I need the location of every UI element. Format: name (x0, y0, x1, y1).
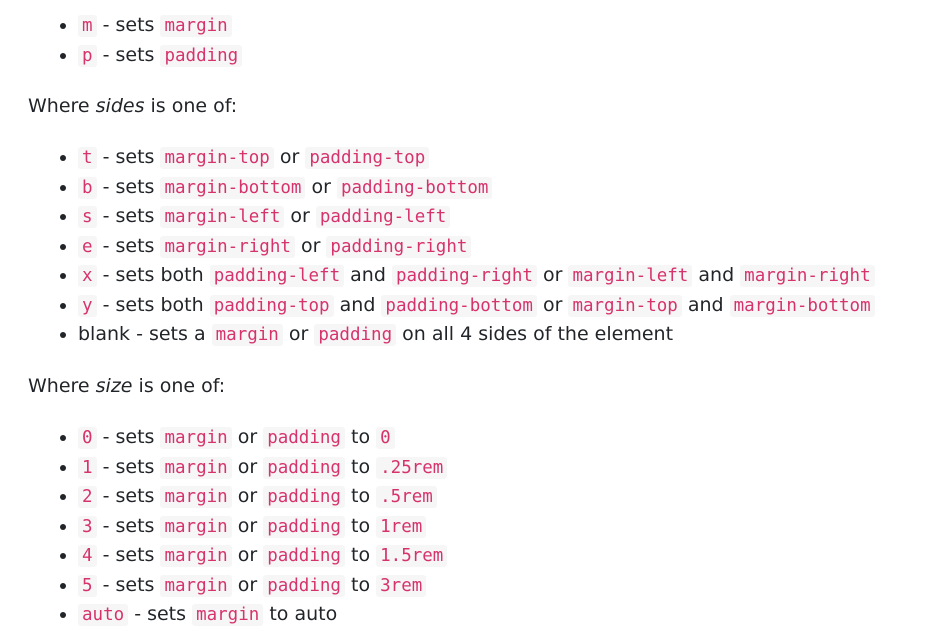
list-item: p - sets padding (59, 41, 243, 71)
list-item: auto - sets margin to auto (59, 600, 447, 630)
list-item: e - sets margin-right or padding-right (60, 232, 875, 262)
list-item: 4 - sets margin or padding to 1.5rem (59, 541, 448, 571)
list-item: 3 - sets margin or padding to 1rem (59, 512, 447, 542)
documentation-content: m - sets margin p - sets padding Where s… (0, 0, 948, 630)
size-heading: Where size is one of: (28, 375, 226, 397)
list-item: 1 - sets margin or padding to .25rem (59, 453, 448, 483)
property-list: m - sets margin p - sets padding (0, 11, 243, 71)
code-key: m (78, 15, 97, 37)
list-item: x - sets both padding-left and padding-r… (60, 261, 875, 291)
list-item: y - sets both padding-top and padding-bo… (60, 291, 875, 321)
sides-list: t - sets margin-top or padding-top b - s… (0, 143, 875, 350)
list-item: 0 - sets margin or padding to 0 (59, 423, 447, 453)
list-item: blank - sets a margin or padding on all … (60, 320, 875, 350)
list-item: 2 - sets margin or padding to .5rem (59, 482, 447, 512)
list-item: s - sets margin-left or padding-left (60, 202, 875, 232)
list-item: m - sets margin (59, 11, 242, 41)
sides-heading: Where sides is one of: (28, 95, 238, 117)
code-value: padding (160, 44, 243, 67)
list-item: b - sets margin-bottom or padding-bottom (60, 173, 875, 203)
list-item: 5 - sets margin or padding to 3rem (59, 571, 447, 601)
size-list: 0 - sets margin or padding to 0 1 - sets… (0, 423, 448, 630)
code-key: p (78, 44, 97, 67)
list-item: t - sets margin-top or padding-top (60, 143, 875, 173)
code-value: margin (160, 15, 232, 37)
